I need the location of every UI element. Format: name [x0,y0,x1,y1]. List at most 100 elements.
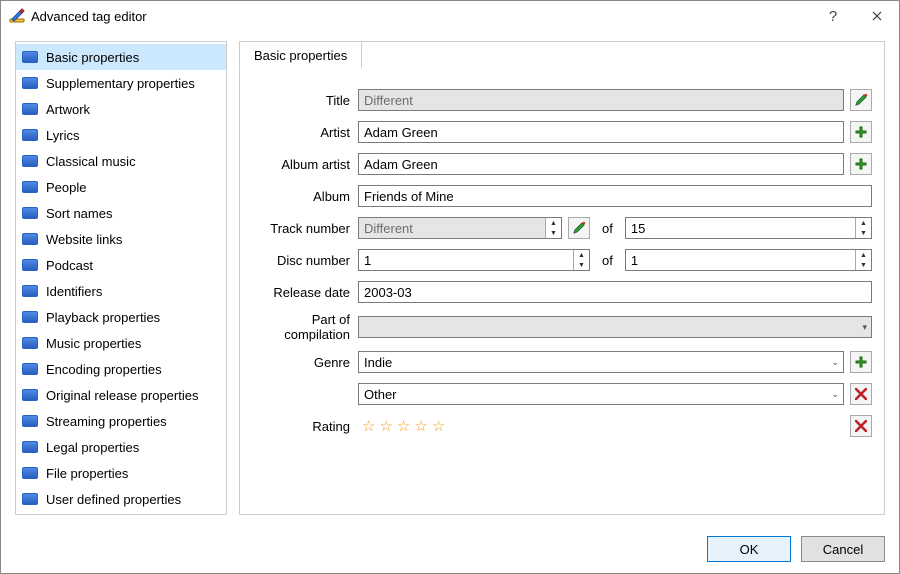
nav-item-icon [22,259,38,271]
title-edit-button[interactable] [850,89,872,111]
label-compilation: Part of compilation [252,312,358,342]
genre-add-button[interactable] [850,351,872,373]
artist-input[interactable] [358,121,844,143]
sidebar-item-label: Website links [46,232,122,247]
sidebar-item-label: Streaming properties [46,414,167,429]
sidebar-item[interactable]: Website links [16,226,226,252]
app-icon [9,8,25,24]
track-number-input[interactable] [359,218,545,238]
sidebar-item[interactable]: Encoding properties [16,356,226,382]
sidebar-item[interactable]: Lyrics [16,122,226,148]
sidebar-item-label: People [46,180,86,195]
tab-basic-properties[interactable]: Basic properties [239,41,362,69]
window-title: Advanced tag editor [31,9,811,24]
spin-up-icon[interactable]: ▲ [856,250,871,260]
close-button[interactable] [855,1,899,31]
sidebar-item-label: File properties [46,466,128,481]
sidebar-item-label: Identifiers [46,284,102,299]
sidebar-item[interactable]: Podcast [16,252,226,278]
album-artist-input[interactable] [358,153,844,175]
sidebar-item[interactable]: Playback properties [16,304,226,330]
spin-up-icon[interactable]: ▲ [546,218,561,228]
titlebar: Advanced tag editor ? [1,1,899,31]
disc-total-input[interactable] [626,250,855,270]
sidebar-item-label: Classical music [46,154,136,169]
sidebar-item-label: Music properties [46,336,141,351]
chevron-down-icon: ⌄ [831,357,839,368]
ok-button[interactable]: OK [707,536,791,562]
compilation-combo[interactable]: ▾ [358,316,872,338]
sidebar-item[interactable]: Streaming properties [16,408,226,434]
nav-item-icon [22,285,38,297]
sidebar-item[interactable]: Original release properties [16,382,226,408]
label-genre: Genre [252,355,358,370]
sidebar-item[interactable]: Music properties [16,330,226,356]
rating-stars[interactable]: ☆ ☆ ☆ ☆ ☆ [358,417,844,435]
genre-2-combo[interactable]: Other ⌄ [358,383,844,405]
disc-total-spinner[interactable]: ▲▼ [625,249,872,271]
star-icon[interactable]: ☆ [379,417,392,435]
track-total-input[interactable] [626,218,855,238]
genre-1-combo[interactable]: Indie ⌄ [358,351,844,373]
disc-number-spinner[interactable]: ▲▼ [358,249,590,271]
label-track-number: Track number [252,221,358,236]
nav-item-icon [22,155,38,167]
track-number-edit-button[interactable] [568,217,590,239]
help-button[interactable]: ? [811,1,855,31]
sidebar-item[interactable]: File properties [16,460,226,486]
sidebar-item[interactable]: Supplementary properties [16,70,226,96]
label-rating: Rating [252,419,358,434]
nav-item-icon [22,337,38,349]
sidebar-item[interactable]: Sort names [16,200,226,226]
genre-remove-button[interactable] [850,383,872,405]
album-artist-add-button[interactable] [850,153,872,175]
sidebar-item[interactable]: User defined properties [16,486,226,512]
rating-remove-button[interactable] [850,415,872,437]
spin-down-icon[interactable]: ▼ [546,228,561,238]
chevron-down-icon: ⌄ [831,389,839,400]
nav-item-icon [22,441,38,453]
disc-number-input[interactable] [359,250,573,270]
sidebar-item[interactable]: Legal properties [16,434,226,460]
sidebar-item[interactable]: People [16,174,226,200]
title-input[interactable] [358,89,844,111]
star-icon[interactable]: ☆ [362,417,375,435]
artist-add-button[interactable] [850,121,872,143]
star-icon[interactable]: ☆ [414,417,427,435]
spin-up-icon[interactable]: ▲ [856,218,871,228]
track-total-spinner[interactable]: ▲▼ [625,217,872,239]
sidebar-item[interactable]: Basic properties [16,44,226,70]
spin-down-icon[interactable]: ▼ [856,228,871,238]
spin-down-icon[interactable]: ▼ [856,260,871,270]
spin-down-icon[interactable]: ▼ [574,260,589,270]
nav-item-icon [22,493,38,505]
tab-label: Basic properties [254,48,347,63]
nav-item-icon [22,415,38,427]
release-date-input[interactable] [358,281,872,303]
spin-up-icon[interactable]: ▲ [574,250,589,260]
cancel-button[interactable]: Cancel [801,536,885,562]
label-album: Album [252,189,358,204]
sidebar-item-label: Artwork [46,102,90,117]
label-title: Title [252,93,358,108]
star-icon[interactable]: ☆ [432,417,445,435]
track-number-spinner[interactable]: ▲▼ [358,217,562,239]
nav-item-icon [22,207,38,219]
nav-item-icon [22,233,38,245]
sidebar: Basic propertiesSupplementary properties… [15,41,227,515]
sidebar-item-label: Podcast [46,258,93,273]
disc-of-label: of [596,253,619,268]
window: Advanced tag editor ? Basic propertiesSu… [0,0,900,574]
sidebar-item[interactable]: Classical music [16,148,226,174]
sidebar-item-label: Playback properties [46,310,160,325]
sidebar-item[interactable]: Artwork [16,96,226,122]
nav-item-icon [22,51,38,63]
sidebar-item-label: Legal properties [46,440,139,455]
nav-item-icon [22,389,38,401]
album-input[interactable] [358,185,872,207]
sidebar-item[interactable]: Identifiers [16,278,226,304]
nav-item-icon [22,103,38,115]
sidebar-item-label: Encoding properties [46,362,162,377]
sidebar-item-label: Original release properties [46,388,198,403]
star-icon[interactable]: ☆ [397,417,410,435]
